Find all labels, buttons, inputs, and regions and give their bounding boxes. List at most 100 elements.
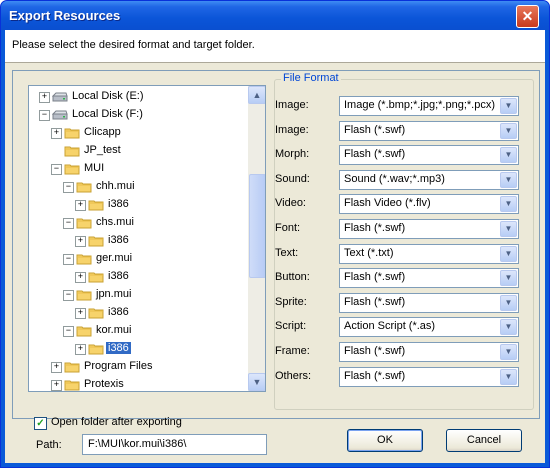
expand-icon[interactable]: + — [39, 92, 50, 103]
close-button[interactable]: ✕ — [516, 5, 539, 28]
tree-item-label: jpn.mui — [96, 288, 132, 300]
format-dropdown[interactable]: Flash (*.swf) ▼ — [339, 366, 519, 387]
format-row: Frame: Flash (*.swf) ▼ — [275, 342, 525, 362]
tree-item-label: chs.mui — [96, 216, 134, 228]
tree-item-label: chh.mui — [96, 180, 135, 192]
format-dropdown[interactable]: Flash (*.swf) ▼ — [339, 219, 519, 239]
scroll-down-button[interactable]: ▼ — [248, 373, 265, 391]
format-dropdown[interactable]: Sound (*.wav;*.mp3) ▼ — [339, 169, 519, 190]
format-row: Button: Flash (*.swf) ▼ — [275, 268, 525, 289]
collapse-icon[interactable]: − — [63, 218, 74, 229]
tree-item[interactable]: − kor.mui — [29, 322, 244, 340]
tree-item-label: i386 — [106, 342, 131, 354]
tree-item[interactable]: + i386 — [29, 268, 244, 286]
format-dropdown[interactable]: Flash (*.swf) ▼ — [339, 145, 519, 166]
tree-item[interactable]: + i386 — [29, 232, 244, 250]
scroll-up-button[interactable]: ▲ — [248, 86, 265, 104]
folder-tree[interactable]: + Local Disk (E:) − Local Disk (F:) + Clicapp… — [28, 85, 266, 392]
expand-icon[interactable]: + — [75, 200, 86, 211]
format-dropdown[interactable]: Flash (*.swf) ▼ — [339, 120, 519, 141]
tree-item-label: i386 — [108, 234, 129, 246]
format-row: Text: Text (*.txt) ▼ — [275, 243, 525, 264]
folder-icon — [88, 307, 104, 319]
format-label: Sprite: — [275, 295, 307, 308]
collapse-icon[interactable]: − — [63, 254, 74, 265]
format-label: Font: — [275, 222, 301, 234]
tree-item[interactable]: JP_test — [29, 142, 244, 160]
expand-icon[interactable]: + — [75, 344, 86, 355]
tree-item[interactable]: − MUI — [29, 160, 244, 178]
tree-item-label: Protexis — [84, 378, 124, 390]
format-dropdown[interactable]: Action Script (*.as) ▼ — [339, 317, 519, 338]
scroll-thumb[interactable] — [249, 174, 265, 278]
format-dropdown-value: Flash (*.swf) — [344, 222, 406, 234]
format-row: Image: Image (*.bmp;*.jpg;*.png;*.pcx) ▼ — [275, 96, 525, 116]
format-dropdown[interactable]: Text (*.txt) ▼ — [339, 243, 519, 264]
tree-item[interactable]: + i386 — [29, 340, 244, 358]
chevron-down-icon[interactable]: ▼ — [500, 270, 517, 287]
tree-item[interactable]: − chh.mui — [29, 178, 244, 196]
tree-item[interactable]: + i386 — [29, 304, 244, 322]
chevron-down-icon[interactable]: ▼ — [500, 171, 517, 188]
tree-item[interactable]: + Clicapp — [29, 124, 244, 142]
expand-icon[interactable]: + — [51, 128, 62, 139]
ok-button[interactable]: OK — [347, 429, 423, 452]
expand-icon[interactable]: + — [51, 362, 62, 373]
folder-icon — [76, 253, 92, 265]
tree-item[interactable]: + Protexis — [29, 376, 244, 391]
path-input[interactable]: F:\MUI\kor.mui\i386\ — [82, 434, 267, 455]
expand-icon[interactable]: + — [75, 308, 86, 319]
tree-item[interactable]: − ger.mui — [29, 250, 244, 268]
tree-scrollbar[interactable]: ▲ ▼ — [248, 86, 265, 391]
chevron-down-icon[interactable]: ▼ — [500, 147, 517, 164]
expand-icon[interactable]: + — [75, 272, 86, 283]
tree-item[interactable]: + Program Files — [29, 358, 244, 376]
format-label: Morph: — [275, 148, 310, 161]
collapse-icon[interactable]: − — [63, 182, 74, 193]
format-row: Others: Flash (*.swf) ▼ — [275, 366, 525, 387]
chevron-down-icon[interactable]: ▼ — [500, 294, 517, 311]
folder-icon — [64, 145, 80, 157]
folder-icon — [76, 289, 92, 301]
folder-icon — [76, 181, 92, 193]
format-label: Frame: — [275, 345, 310, 357]
format-dropdown[interactable]: Flash (*.swf) ▼ — [339, 342, 519, 362]
tree-item-label: MUI — [84, 162, 105, 174]
collapse-icon[interactable]: − — [63, 290, 74, 301]
open-folder-label[interactable]: Open folder after exporting — [51, 416, 182, 428]
chevron-down-icon[interactable]: ▼ — [500, 368, 517, 385]
format-dropdown[interactable]: Flash (*.swf) ▼ — [339, 292, 519, 313]
format-dropdown[interactable]: Flash Video (*.flv) ▼ — [339, 194, 519, 215]
cancel-button[interactable]: Cancel — [446, 429, 522, 452]
format-dropdown[interactable]: Image (*.bmp;*.jpg;*.png;*.pcx) ▼ — [339, 96, 519, 116]
chevron-down-icon[interactable]: ▼ — [500, 221, 517, 237]
collapse-icon[interactable]: − — [63, 326, 74, 337]
format-row: Script: Action Script (*.as) ▼ — [275, 317, 525, 338]
expand-icon[interactable]: + — [75, 236, 86, 247]
collapse-icon[interactable]: − — [39, 110, 50, 121]
chevron-down-icon[interactable]: ▼ — [500, 196, 517, 213]
file-format-legend: File Format — [281, 72, 341, 84]
drive-icon — [51, 109, 68, 121]
folder-icon — [64, 163, 80, 175]
format-row: Morph: Flash (*.swf) ▼ — [275, 145, 525, 166]
window-title: Export Resources — [9, 8, 121, 23]
tree-item[interactable]: − chs.mui — [29, 214, 244, 232]
collapse-icon[interactable]: − — [51, 164, 62, 175]
tree-item[interactable]: + Local Disk (E:) — [29, 88, 244, 106]
chevron-down-icon[interactable]: ▼ — [500, 245, 517, 262]
tree-item[interactable]: − Local Disk (F:) — [29, 106, 244, 124]
tree-item-label: kor.mui — [96, 324, 132, 336]
export-resources-window: Export Resources ✕ Please select the des… — [0, 0, 550, 468]
chevron-down-icon[interactable]: ▼ — [500, 319, 517, 336]
expand-icon[interactable]: + — [51, 380, 62, 391]
tree-item[interactable]: + i386 — [29, 196, 244, 214]
chevron-down-icon[interactable]: ▼ — [500, 122, 517, 139]
open-folder-checkbox[interactable]: ✓ — [34, 417, 47, 430]
tree-item[interactable]: − jpn.mui — [29, 286, 244, 304]
folder-icon — [88, 343, 104, 355]
path-label: Path: — [36, 439, 62, 451]
format-dropdown[interactable]: Flash (*.swf) ▼ — [339, 268, 519, 289]
chevron-down-icon[interactable]: ▼ — [500, 344, 517, 360]
chevron-down-icon[interactable]: ▼ — [500, 98, 517, 114]
